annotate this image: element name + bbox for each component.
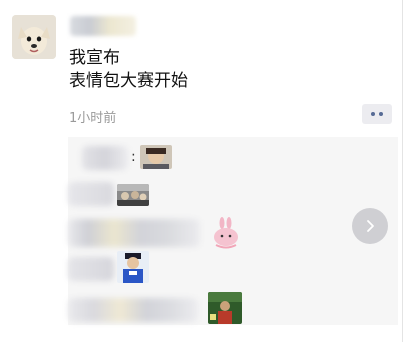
green-scene-sticker-image — [208, 292, 242, 324]
more-options-button[interactable] — [362, 104, 392, 124]
commenter-name-blurred[interactable] — [68, 298, 198, 322]
more-dots-icon — [371, 112, 375, 116]
post-timestamp: 1小时前 — [69, 111, 117, 126]
more-dots-icon-dot — [379, 112, 383, 116]
comment-item[interactable] — [68, 251, 158, 285]
post-text: 我宣布 表情包大赛开始 — [69, 47, 369, 93]
comment-list: : — [68, 137, 398, 325]
comment-item[interactable] — [68, 217, 258, 251]
crowd-photo-sticker-image — [117, 184, 149, 206]
chevron-right-icon — [367, 220, 374, 232]
commenter-name-blurred[interactable] — [68, 182, 114, 206]
post-text-line-1: 我宣布 — [69, 48, 120, 68]
pink-rabbit-sticker[interactable] — [206, 217, 246, 251]
comment-item[interactable] — [68, 292, 258, 326]
green-scene-sticker[interactable] — [208, 292, 242, 324]
commenter-name-blurred[interactable] — [82, 146, 128, 170]
dog-avatar-image — [12, 15, 56, 59]
username-blurred[interactable] — [70, 16, 136, 36]
comment-item[interactable] — [68, 179, 168, 209]
next-page-button[interactable] — [352, 208, 388, 244]
blue-shirt-person-sticker[interactable] — [117, 251, 149, 283]
post-text-line-2: 表情包大赛开始 — [69, 71, 188, 91]
comment-item[interactable]: : — [68, 143, 188, 173]
avatar[interactable] — [12, 15, 56, 59]
drama-face-sticker[interactable] — [140, 145, 172, 169]
right-edge-divider — [402, 0, 403, 342]
drama-face-sticker-image — [140, 145, 172, 169]
crowd-photo-sticker[interactable] — [117, 184, 149, 206]
commenter-name-blurred[interactable] — [68, 257, 114, 281]
pink-rabbit-sticker-image — [206, 217, 246, 251]
commenter-name-blurred[interactable] — [68, 219, 200, 247]
comment-separator: : — [131, 149, 136, 165]
blue-shirt-person-sticker-image — [117, 251, 149, 283]
